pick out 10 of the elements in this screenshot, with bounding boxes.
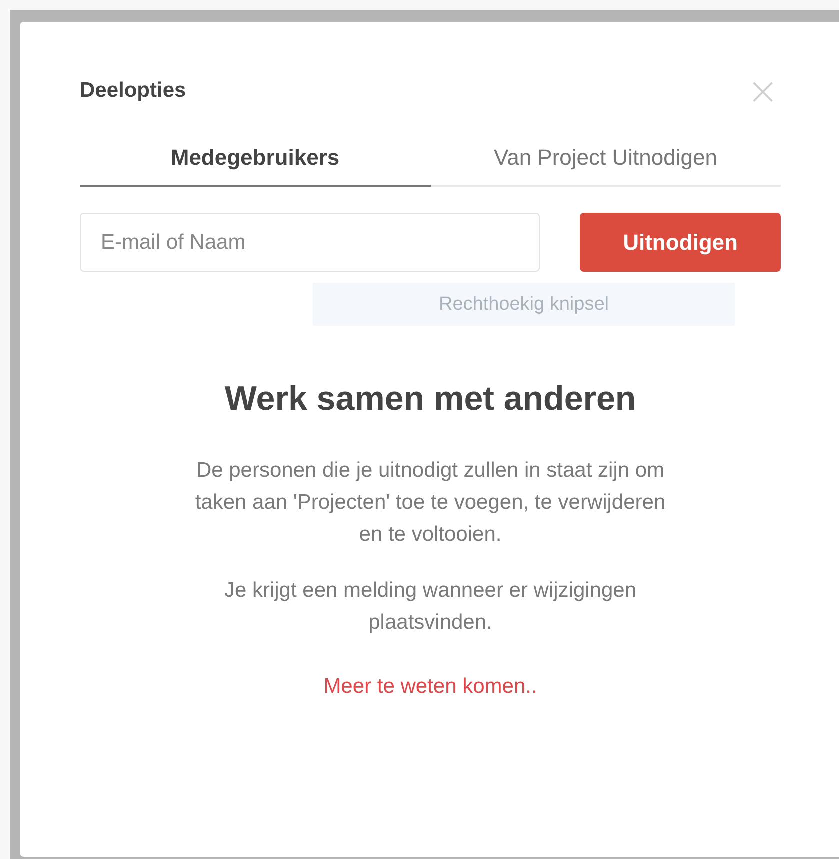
empty-state-heading: Werk samen met anderen [224, 380, 636, 419]
dialog-title: Deelopties [80, 79, 186, 103]
tab[interactable]: Medegebruikers [80, 145, 430, 187]
tab[interactable]: Van Project Uitnodigen [430, 145, 781, 187]
tooltip: Rechthoekig knipsel [313, 283, 735, 326]
description-text: De personen die je uitnodigt zullen in staat zijn om taken aan 'Projecten' toe te voegen, te verwijderen en te voltooien. [194, 458, 667, 548]
invite-button[interactable]: Uitnodigen [580, 213, 781, 272]
learn-more-link[interactable]: Meer te weten komen.. [324, 675, 538, 699]
description-text: Je krijgt een melding wanneer er wijzigingen plaatsvinden. [223, 578, 638, 636]
email-field[interactable]: E-mail of Naam [80, 213, 540, 272]
